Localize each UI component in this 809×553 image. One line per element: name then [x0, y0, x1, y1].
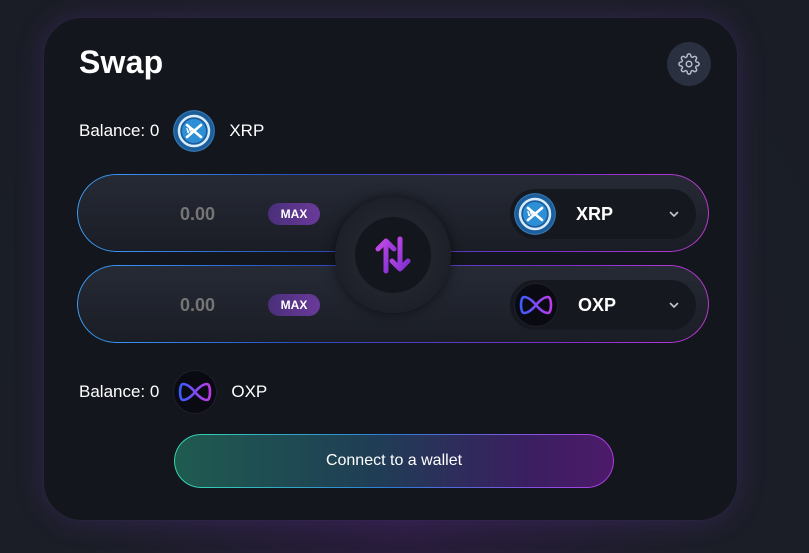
swap-arrows-icon — [375, 236, 411, 274]
from-token-name: XRP — [576, 203, 614, 224]
from-max-button[interactable]: MAX — [268, 203, 320, 225]
to-amount-input[interactable] — [178, 294, 262, 317]
connect-wallet-button[interactable]: Connect to a wallet — [174, 434, 614, 488]
page-background: Swap Balance: 0 W XRP 0.00 MAX W XRP 0.0… — [0, 0, 809, 553]
oxp-coin-icon — [514, 283, 558, 327]
gear-icon — [678, 53, 700, 75]
settings-button[interactable] — [667, 42, 711, 86]
from-token-select[interactable]: W XRP — [510, 189, 696, 239]
chevron-down-icon — [669, 211, 679, 217]
to-token-name: OXP — [578, 294, 617, 315]
balance-label: Balance: 0 — [79, 382, 160, 401]
to-token-select[interactable]: OXP — [510, 280, 696, 330]
xrp-coin-icon: W — [514, 193, 556, 235]
flip-tokens-button[interactable] — [335, 197, 451, 313]
to-max-button[interactable]: MAX — [268, 294, 320, 316]
oxp-coin-icon — [173, 370, 218, 414]
from-amount-input[interactable] — [178, 203, 262, 226]
chevron-down-icon — [669, 302, 679, 308]
balance-token: XRP — [229, 121, 265, 140]
xrp-coin-icon: W — [173, 110, 216, 152]
balance-token: OXP — [231, 382, 268, 401]
flip-button-inner — [355, 217, 431, 293]
swap-card: Swap Balance: 0 W XRP 0.00 MAX W XRP 0.0… — [44, 18, 737, 520]
from-balance-row: Balance: 0 W XRP — [79, 110, 264, 152]
svg-text:W: W — [527, 210, 535, 218]
to-balance-row: Balance: 0 OXP — [79, 370, 267, 414]
svg-text:W: W — [186, 127, 194, 135]
page-title: Swap — [79, 44, 164, 80]
balance-label: Balance: 0 — [79, 121, 160, 140]
